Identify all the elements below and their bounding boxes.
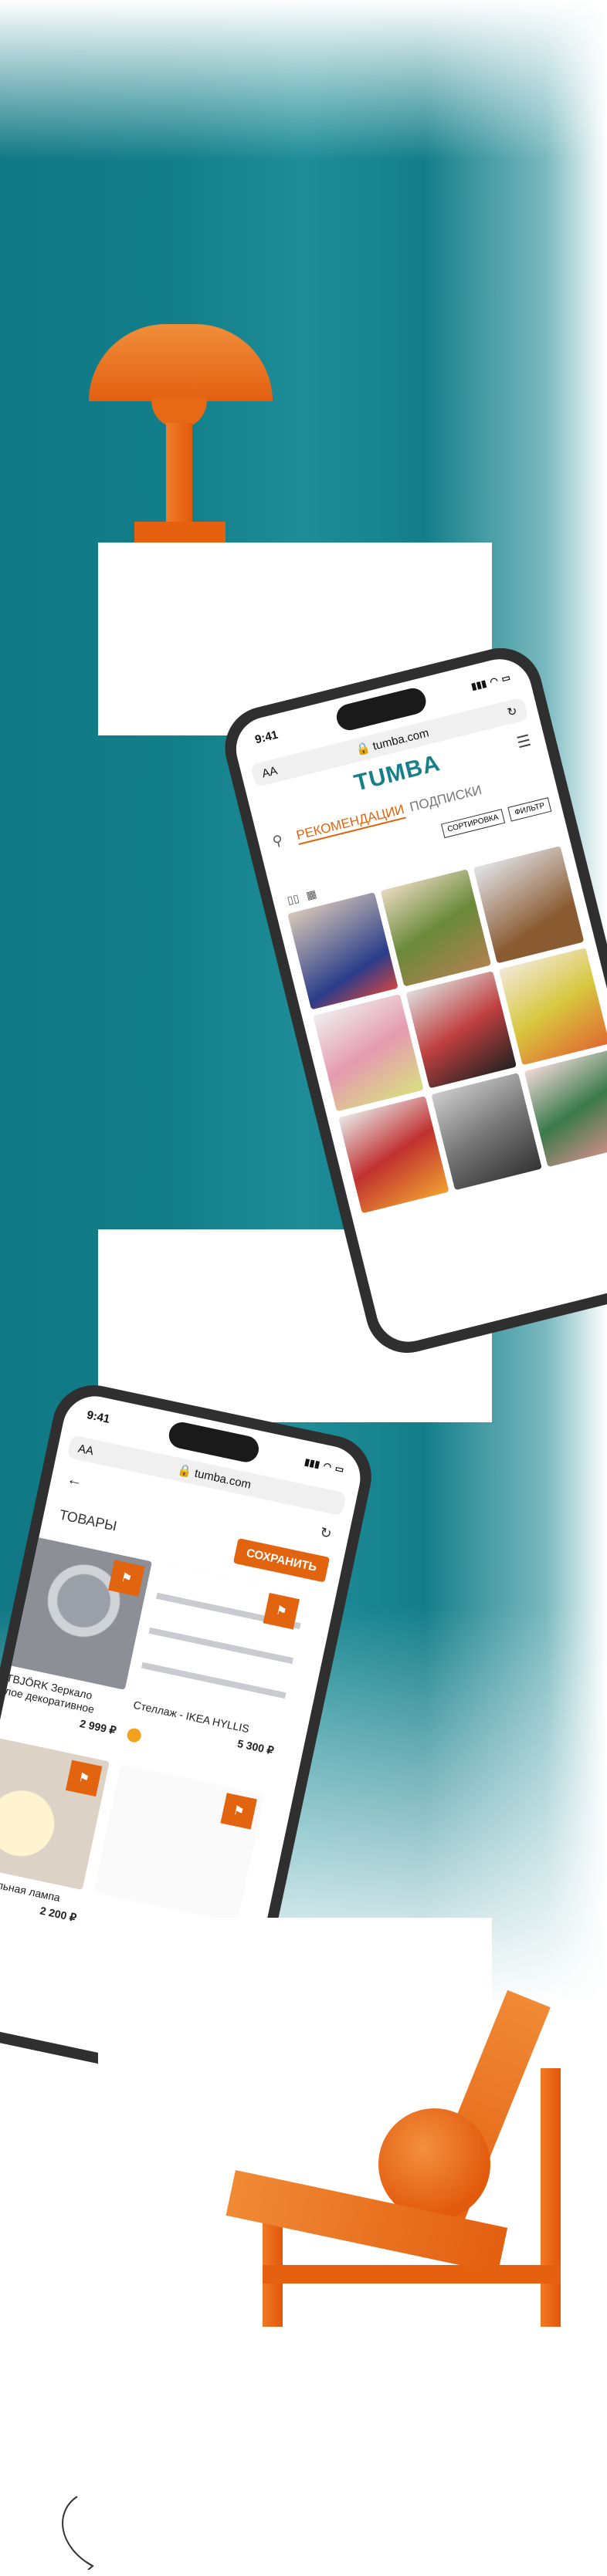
battery-icon: ▭	[334, 1462, 345, 1475]
photo-tile[interactable]	[287, 892, 398, 1010]
product-image[interactable]: ⚑	[136, 1564, 307, 1723]
grid-view-icon[interactable]: ▦	[305, 887, 318, 903]
product-card[interactable]: ⚑ SVARTBJÖRK Зеркало выпуклое декоративн…	[0, 1531, 152, 1751]
product-card[interactable]: ⚑ Стеллаж - IKEA HYLLIS 5 300 ₽	[125, 1564, 307, 1772]
sort-button[interactable]: СОРТИРОВКА	[440, 809, 506, 839]
bookmark-icon[interactable]: ⚑	[65, 1760, 103, 1797]
reload-icon[interactable]: ↻	[318, 1524, 334, 1543]
seller-badge-icon	[125, 1726, 143, 1744]
product-image[interactable]: ⚑	[93, 1763, 265, 1923]
reload-icon[interactable]: ↻	[506, 704, 518, 720]
photo-tile[interactable]	[473, 846, 585, 964]
status-time: 9:41	[85, 1408, 111, 1426]
search-icon[interactable]: ⚲	[271, 832, 285, 850]
lamp-stem	[166, 423, 192, 523]
page-title: ТОВАРЫ	[58, 1506, 119, 1534]
chair-rail	[263, 2265, 561, 2284]
signal-icon: ▮▮▮	[470, 677, 488, 692]
curved-arrow-icon[interactable]	[54, 2493, 100, 2570]
photo-tile[interactable]	[431, 1073, 542, 1191]
photo-tile[interactable]	[313, 994, 424, 1112]
product-card[interactable]: ⚑ FADO Настольная лампа 2 200 ₽	[0, 1731, 110, 1925]
save-button[interactable]: СОХРАНИТЬ	[233, 1538, 331, 1583]
url-text: tumba.com	[193, 1466, 253, 1492]
lamp-base	[134, 522, 226, 543]
bookmark-icon[interactable]: ⚑	[220, 1793, 257, 1830]
product-image[interactable]: ⚑	[0, 1731, 110, 1891]
url-text: tumba.com	[371, 725, 430, 753]
back-arrow-icon[interactable]: ←	[65, 1471, 84, 1492]
photo-tile[interactable]	[380, 869, 492, 987]
text-size-button[interactable]: AA	[260, 764, 279, 780]
product-card[interactable]: ⚑	[93, 1763, 265, 1923]
lock-icon: 🔒	[354, 741, 372, 758]
lock-icon: 🔒	[176, 1462, 194, 1479]
photo-grid	[287, 846, 607, 1214]
bookmark-icon[interactable]: ⚑	[108, 1560, 145, 1597]
wifi-icon: ◠	[322, 1459, 333, 1472]
text-size-button[interactable]: AA	[77, 1442, 95, 1458]
photo-tile[interactable]	[498, 948, 607, 1066]
chair-leg	[541, 2068, 561, 2327]
list-view-icon[interactable]: ▯▯	[286, 891, 300, 907]
signal-icon: ▮▮▮	[304, 1455, 321, 1470]
photo-tile[interactable]	[338, 1096, 449, 1214]
battery-icon: ▭	[500, 671, 512, 685]
tab-subscriptions[interactable]: ПОДПИСКИ	[409, 783, 484, 816]
photo-tile[interactable]	[405, 971, 517, 1089]
filter-button[interactable]: ФИЛЬТР	[507, 797, 552, 822]
status-time: 9:41	[253, 728, 280, 747]
bookmark-icon[interactable]: ⚑	[263, 1592, 300, 1630]
wifi-icon: ◠	[488, 674, 500, 688]
